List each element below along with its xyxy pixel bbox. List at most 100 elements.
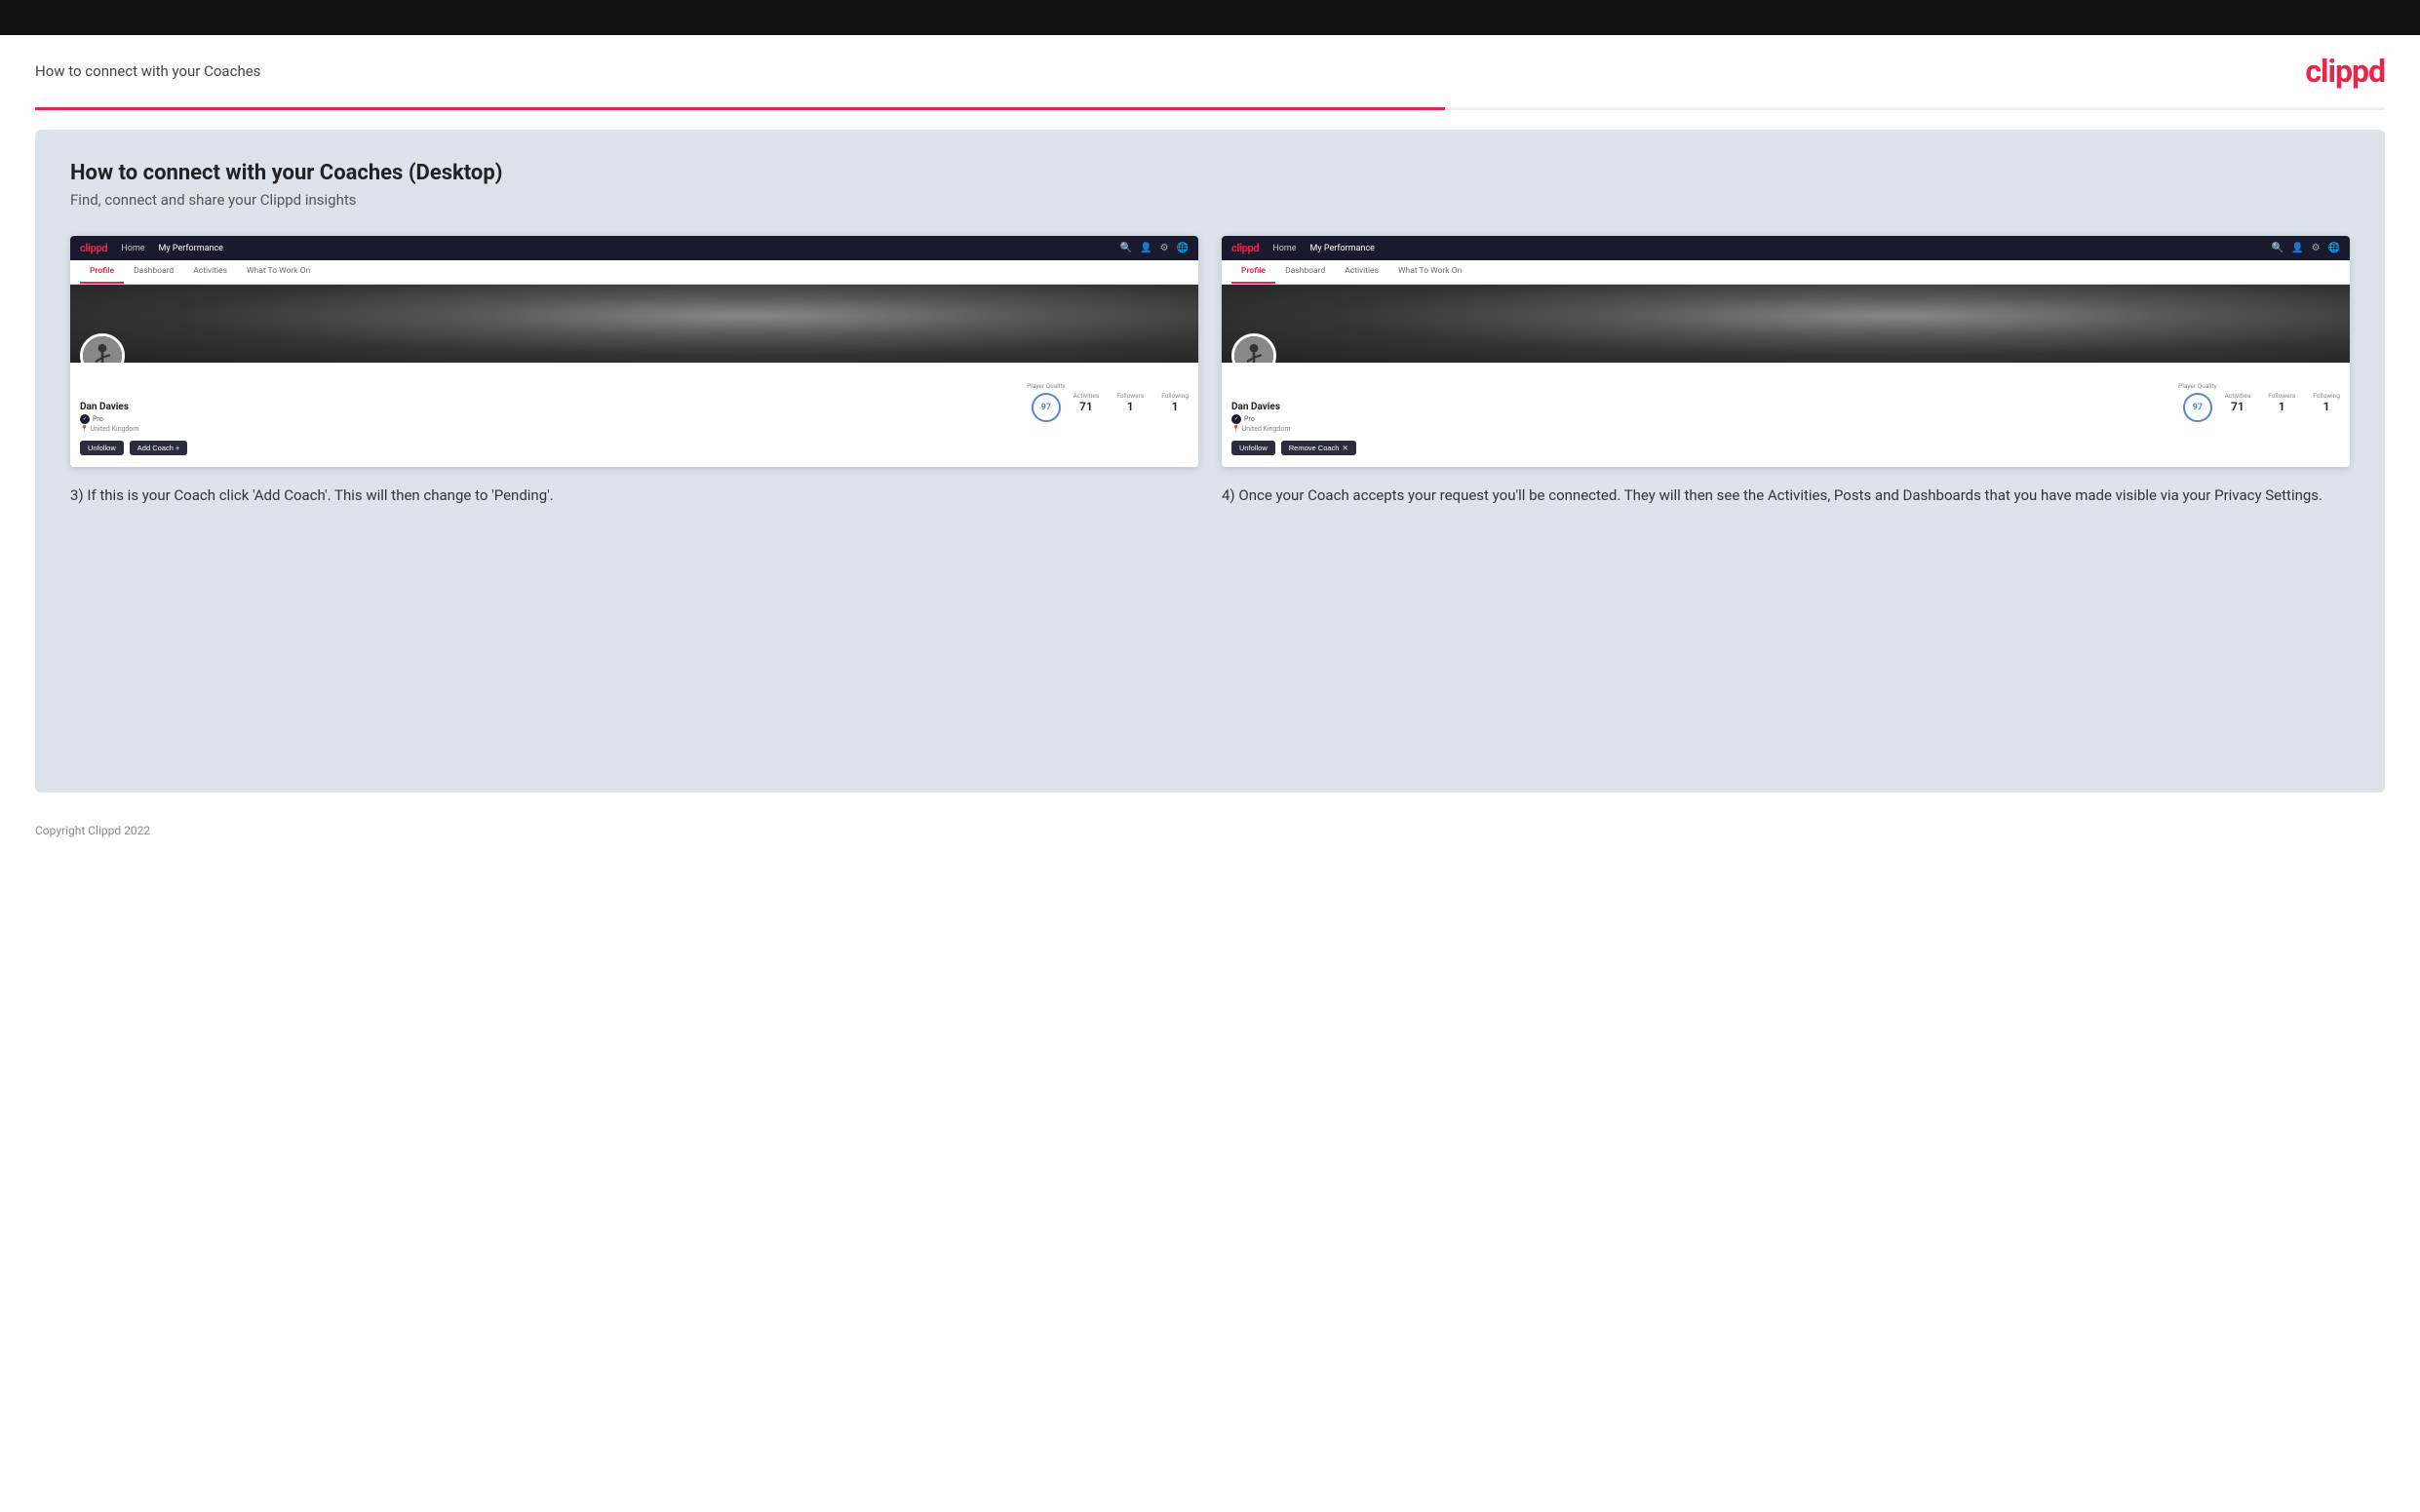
right-pq-circle: 97 [2183, 393, 2212, 422]
right-screenshot: clippd Home My Performance 🔍 👤 ⚙ 🌐 Profi… [1222, 236, 2350, 467]
right-remove-coach-x-icon: ✕ [1342, 444, 1347, 452]
right-player-quality: Player Quality 97 [2178, 382, 2216, 422]
header-divider [35, 107, 2385, 110]
right-stats: Activities 71 Followers 1 Following 1 [2225, 392, 2340, 413]
right-mock-logo: clippd [1231, 242, 1259, 254]
left-person-icon[interactable]: 👤 [1140, 243, 1151, 253]
right-nav-icons: 🔍 👤 ⚙ 🌐 [2272, 243, 2340, 253]
right-stat-activities-label: Activities [2225, 392, 2251, 400]
right-unfollow-button[interactable]: Unfollow [1231, 441, 1275, 455]
right-mock-tabs: Profile Dashboard Activities What To Wor… [1222, 260, 2350, 285]
header: How to connect with your Coaches clippd [0, 35, 2420, 107]
right-pq-label: Player Quality [2178, 382, 2216, 390]
right-search-icon[interactable]: 🔍 [2272, 243, 2283, 253]
left-player-badge: ✓ Pro [80, 414, 187, 424]
right-profile-right: Player Quality 97 Activities 71 Follower… [2178, 382, 2340, 422]
left-avatar-image [83, 336, 122, 363]
right-remove-coach-label: Remove Coach [1289, 444, 1340, 452]
left-mock-logo: clippd [80, 242, 107, 254]
left-profile-banner [70, 285, 1198, 363]
right-avatar-image [1234, 336, 1273, 363]
left-action-buttons: Unfollow Add Coach + [80, 441, 187, 455]
right-action-buttons: Unfollow Remove Coach ✕ [1231, 441, 1356, 455]
right-location-text: United Kingdom [1242, 425, 1291, 433]
left-pq-circle: 97 [1032, 393, 1061, 422]
right-tab-dashboard[interactable]: Dashboard [1275, 260, 1335, 284]
right-tab-profile[interactable]: Profile [1231, 260, 1275, 284]
right-nav-my-performance[interactable]: My Performance [1310, 244, 1375, 253]
left-add-coach-plus-icon: + [176, 444, 179, 452]
right-stat-following: Following 1 [2313, 392, 2340, 413]
right-pro-label: Pro [1244, 415, 1255, 423]
footer: Copyright Clippd 2022 [0, 812, 2420, 855]
left-pq-label: Player Quality [1027, 382, 1065, 390]
left-unfollow-button[interactable]: Unfollow [80, 441, 124, 455]
left-profile-right: Player Quality 97 Activities 71 Follower… [1027, 382, 1189, 422]
left-search-icon[interactable]: 🔍 [1120, 243, 1132, 253]
left-profile-info: Dan Davies ✓ Pro 📍 United Kingdom Unfoll… [70, 363, 1198, 467]
left-stat-following-label: Following [1161, 392, 1189, 400]
right-player-badge: ✓ Pro [1231, 414, 1356, 424]
left-stats: Activities 71 Followers 1 Following 1 [1073, 392, 1189, 413]
main-content: How to connect with your Coaches (Deskto… [35, 130, 2385, 793]
right-column: clippd Home My Performance 🔍 👤 ⚙ 🌐 Profi… [1222, 236, 2350, 507]
page-title: How to connect with your Coaches [35, 62, 260, 80]
left-tab-profile[interactable]: Profile [80, 260, 124, 284]
right-globe-icon[interactable]: 🌐 [2328, 243, 2340, 253]
right-description: 4) Once your Coach accepts your request … [1222, 485, 2350, 507]
right-stat-following-label: Following [2313, 392, 2340, 400]
left-stat-activities: Activities 71 [1073, 392, 1100, 413]
right-profile-left: Dan Davies ✓ Pro 📍 United Kingdom Unfoll… [1231, 382, 1356, 455]
left-profile-left: Dan Davies ✓ Pro 📍 United Kingdom Unfoll… [80, 382, 187, 455]
right-location: 📍 United Kingdom [1231, 425, 1356, 433]
section-title: How to connect with your Coaches (Deskto… [70, 161, 2350, 185]
left-tab-what-to-work-on[interactable]: What To Work On [237, 260, 320, 284]
right-remove-coach-button[interactable]: Remove Coach ✕ [1281, 441, 1356, 455]
left-mock-nav: clippd Home My Performance 🔍 👤 ⚙ 🌐 [70, 236, 1198, 260]
left-stat-following-value: 1 [1161, 400, 1189, 413]
right-profile-info: Dan Davies ✓ Pro 📍 United Kingdom Unfoll… [1222, 363, 2350, 467]
top-bar [0, 0, 2420, 35]
left-column: clippd Home My Performance 🔍 👤 ⚙ 🌐 Profi… [70, 236, 1198, 507]
copyright-text: Copyright Clippd 2022 [35, 824, 150, 837]
right-stat-followers: Followers 1 [2268, 392, 2295, 413]
left-stat-followers: Followers 1 [1116, 392, 1144, 413]
right-profile-banner [1222, 285, 2350, 363]
right-nav-home[interactable]: Home [1272, 244, 1296, 253]
section-subtitle: Find, connect and share your Clippd insi… [70, 191, 2350, 209]
two-column-layout: clippd Home My Performance 🔍 👤 ⚙ 🌐 Profi… [70, 236, 2350, 507]
right-tab-what-to-work-on[interactable]: What To Work On [1388, 260, 1471, 284]
left-nav-my-performance[interactable]: My Performance [159, 244, 223, 253]
left-location-text: United Kingdom [91, 425, 139, 433]
left-location-pin-icon: 📍 [80, 425, 89, 433]
left-banner-image [70, 285, 1198, 363]
right-banner-image [1222, 285, 2350, 363]
left-stat-activities-label: Activities [1073, 392, 1100, 400]
right-stat-followers-value: 1 [2268, 400, 2295, 413]
right-mock-nav: clippd Home My Performance 🔍 👤 ⚙ 🌐 [1222, 236, 2350, 260]
left-nav-icons: 🔍 👤 ⚙ 🌐 [1120, 243, 1189, 253]
left-nav-home[interactable]: Home [121, 244, 144, 253]
right-player-name: Dan Davies [1231, 402, 1356, 412]
left-pro-label: Pro [93, 415, 103, 423]
right-stat-followers-label: Followers [2268, 392, 2295, 400]
right-golfer-svg [1234, 336, 1273, 363]
left-tab-dashboard[interactable]: Dashboard [124, 260, 183, 284]
right-stat-following-value: 1 [2313, 400, 2340, 413]
left-player-quality: Player Quality 97 [1027, 382, 1065, 422]
left-add-coach-button[interactable]: Add Coach + [130, 441, 188, 455]
left-golfer-svg [83, 336, 122, 363]
left-player-name: Dan Davies [80, 402, 187, 412]
right-person-icon[interactable]: 👤 [2291, 243, 2303, 253]
left-description: 3) If this is your Coach click 'Add Coac… [70, 485, 1198, 507]
left-globe-icon[interactable]: 🌐 [1177, 243, 1189, 253]
left-location: 📍 United Kingdom [80, 425, 187, 433]
left-stat-followers-label: Followers [1116, 392, 1144, 400]
left-stat-followers-value: 1 [1116, 400, 1144, 413]
brand-logo: clippd [2305, 53, 2385, 90]
right-tab-activities[interactable]: Activities [1335, 260, 1388, 284]
left-tab-activities[interactable]: Activities [183, 260, 237, 284]
left-settings-icon[interactable]: ⚙ [1160, 243, 1169, 253]
right-settings-icon[interactable]: ⚙ [2312, 243, 2321, 253]
right-pro-icon: ✓ [1231, 414, 1241, 424]
